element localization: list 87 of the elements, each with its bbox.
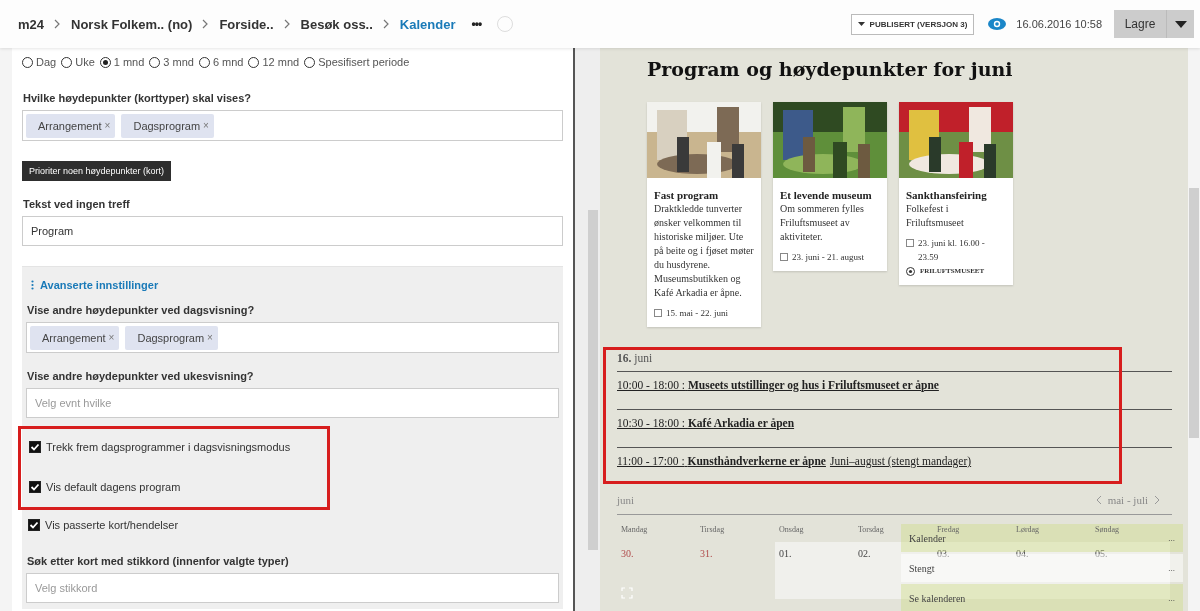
weekday-label: Lørdag	[1016, 525, 1040, 534]
card-title: Fast program	[654, 188, 720, 202]
period-radio[interactable]: 1 mnd	[99, 56, 145, 68]
location-icon	[906, 266, 915, 276]
month-label: juni	[617, 494, 635, 506]
event-link[interactable]: 10:30 - 18:00 : Kafé Arkadia er åpen	[617, 417, 795, 429]
tag-label: Dagsprogram	[137, 331, 205, 344]
period-radio[interactable]: 6 mnd	[198, 56, 244, 68]
period-radio[interactable]: Uke	[61, 56, 95, 68]
weekday-label: Torsdag	[858, 525, 884, 534]
event-card[interactable]: Fast program Draktkledde tunverter ønsker velkommen til historiske miljøer. Ute på beite og i fjøset møter du husdyrene. Museumsbutikken og Kafé Arkadia er åpne. 15. mai - 22. juni	[647, 102, 761, 327]
weekday-label: Fredag	[937, 525, 960, 534]
tag-label: Arrangement	[42, 331, 106, 344]
chevron-icon	[54, 19, 62, 29]
next-button[interactable]	[1154, 495, 1160, 505]
status-dropdown[interactable]: PUBLISERT (VERSJON 3)	[850, 13, 975, 35]
scrollbar[interactable]	[575, 48, 600, 611]
card-text: Draktkledde tunverter ønsker velkommen til historiske miljøer. Ute på beite og i fjøset møter du husdyrene. Museumsbutikken og Kafé Arkadia er åpne.	[654, 202, 754, 300]
checkbox-label: Vis default dagens program	[46, 480, 181, 493]
chevron-icon	[283, 19, 291, 29]
field-label: Vise andre høydepunkter ved dagsvisning?	[27, 304, 256, 316]
tags-field[interactable]: Arrangement × Dagsprogram ×	[22, 110, 563, 141]
weekday-label: Tirsdag	[700, 525, 725, 534]
card-date: 23. juni kl. 16.00 - 23.59	[918, 237, 986, 264]
remove-tag-button[interactable]: ×	[108, 332, 115, 343]
caret-icon	[857, 22, 865, 26]
event-card[interactable]: Et levende museum Om sommeren fylles Friluftsmuseet av aktiviteter. 23. juni - 21. august	[773, 102, 887, 271]
checkbox-label: Vis passerte kort/hendelser	[45, 518, 179, 531]
day-heading: 16. juni	[617, 350, 1172, 372]
calendar-menu-item[interactable]: Se kalenderen ...	[901, 584, 1183, 611]
range-label: mai - juli	[1107, 494, 1148, 506]
checkbox-label: Trekk frem dagsprogrammer i dagsvisningsmodus	[46, 440, 291, 453]
calendar-icon	[654, 309, 662, 317]
card-date: 15. mai - 22. juni	[666, 307, 728, 320]
breadcrumb-link[interactable]: Forside..	[219, 16, 274, 32]
period-radio[interactable]: 12 mnd	[248, 56, 300, 68]
chevron-icon	[202, 19, 210, 29]
checkbox[interactable]	[29, 480, 41, 493]
chevron-icon	[382, 19, 390, 29]
date-label: 01.	[779, 548, 792, 559]
vertical-dots-icon	[31, 280, 34, 290]
date-label: 30.	[621, 548, 634, 559]
event-link[interactable]: 10:00 - 18:00 : Museets utstillinger og hus i Friluftsmuseet er åpne	[617, 379, 939, 391]
breadcrumb-link[interactable]: Besøk oss..	[300, 16, 373, 32]
card-title: Et levende museum	[780, 188, 873, 202]
tag-label: Dagsprogram	[133, 119, 201, 132]
field-label: Tekst ved ingen treff	[23, 198, 131, 210]
card-text: Om sommeren fylles Friluftsmuseet av aktiviteter.	[780, 202, 865, 244]
remove-tag-button[interactable]: ×	[104, 120, 111, 131]
weekday-label: Mandag	[621, 525, 648, 534]
event-link[interactable]: 11:00 - 17:00 : Kunsthåndverkerne er åpne Juni–august (stengt mandager)	[617, 455, 972, 467]
advanced-settings-link[interactable]: Avanserte innstillinger	[40, 279, 159, 291]
card-text: Folkefest i Friluftsmuseet	[906, 202, 965, 230]
calendar-icon	[780, 253, 788, 261]
field-label: Søk etter kort med stikkord (innenfor valgte typer)	[27, 555, 290, 567]
period-radio[interactable]: 3 mnd	[149, 56, 194, 68]
period-radio[interactable]: Dag	[22, 56, 57, 68]
date-label: 02.	[858, 548, 871, 559]
save-options-button[interactable]	[1166, 10, 1194, 38]
remove-tag-button[interactable]: ×	[203, 120, 209, 131]
checkbox[interactable]	[29, 440, 41, 453]
tags-field[interactable]: Arrangement × Dagsprogram ×	[26, 322, 559, 353]
more-button[interactable]: •••	[465, 17, 488, 31]
field-label: Hvilke høydepunkter (korttyper) skal vises?	[23, 92, 253, 104]
breadcrumb-link[interactable]: m24	[18, 16, 45, 32]
checkbox[interactable]	[28, 518, 40, 531]
period-radio[interactable]: Spesifisert periode	[304, 56, 410, 68]
weekday-label: Onsdag	[779, 525, 804, 534]
date-label: 31.	[700, 548, 713, 559]
card-title: Sankthansfeiring	[906, 188, 988, 202]
scrollbar[interactable]	[1188, 48, 1200, 611]
calendar-icon	[906, 239, 914, 247]
text-field[interactable]: Program	[22, 216, 563, 246]
card-date: 23. juni - 21. august	[792, 251, 864, 264]
breadcrumb-link[interactable]: Kalender	[399, 16, 456, 32]
weekday-label: Søndag	[1095, 525, 1119, 534]
eye-icon[interactable]	[988, 18, 1007, 30]
remove-tag-button[interactable]: ×	[207, 332, 213, 343]
save-button[interactable]: Lagre	[1114, 10, 1166, 38]
breadcrumb-link[interactable]: Norsk Folkem.. (no)	[71, 16, 193, 32]
preview-title: Program og høydepunkter for juni	[647, 58, 1014, 80]
field-label: Vise andre høydepunkter ved ukesvisning?	[27, 370, 255, 382]
tag-label: Arrangement	[38, 119, 102, 132]
timestamp: 16.06.2016 10:58	[1016, 18, 1102, 30]
caret-icon	[1174, 20, 1187, 28]
previous-button[interactable]	[1095, 495, 1102, 505]
priority-button[interactable]: Prioriter noen høydepunkter (kort)	[22, 161, 172, 181]
